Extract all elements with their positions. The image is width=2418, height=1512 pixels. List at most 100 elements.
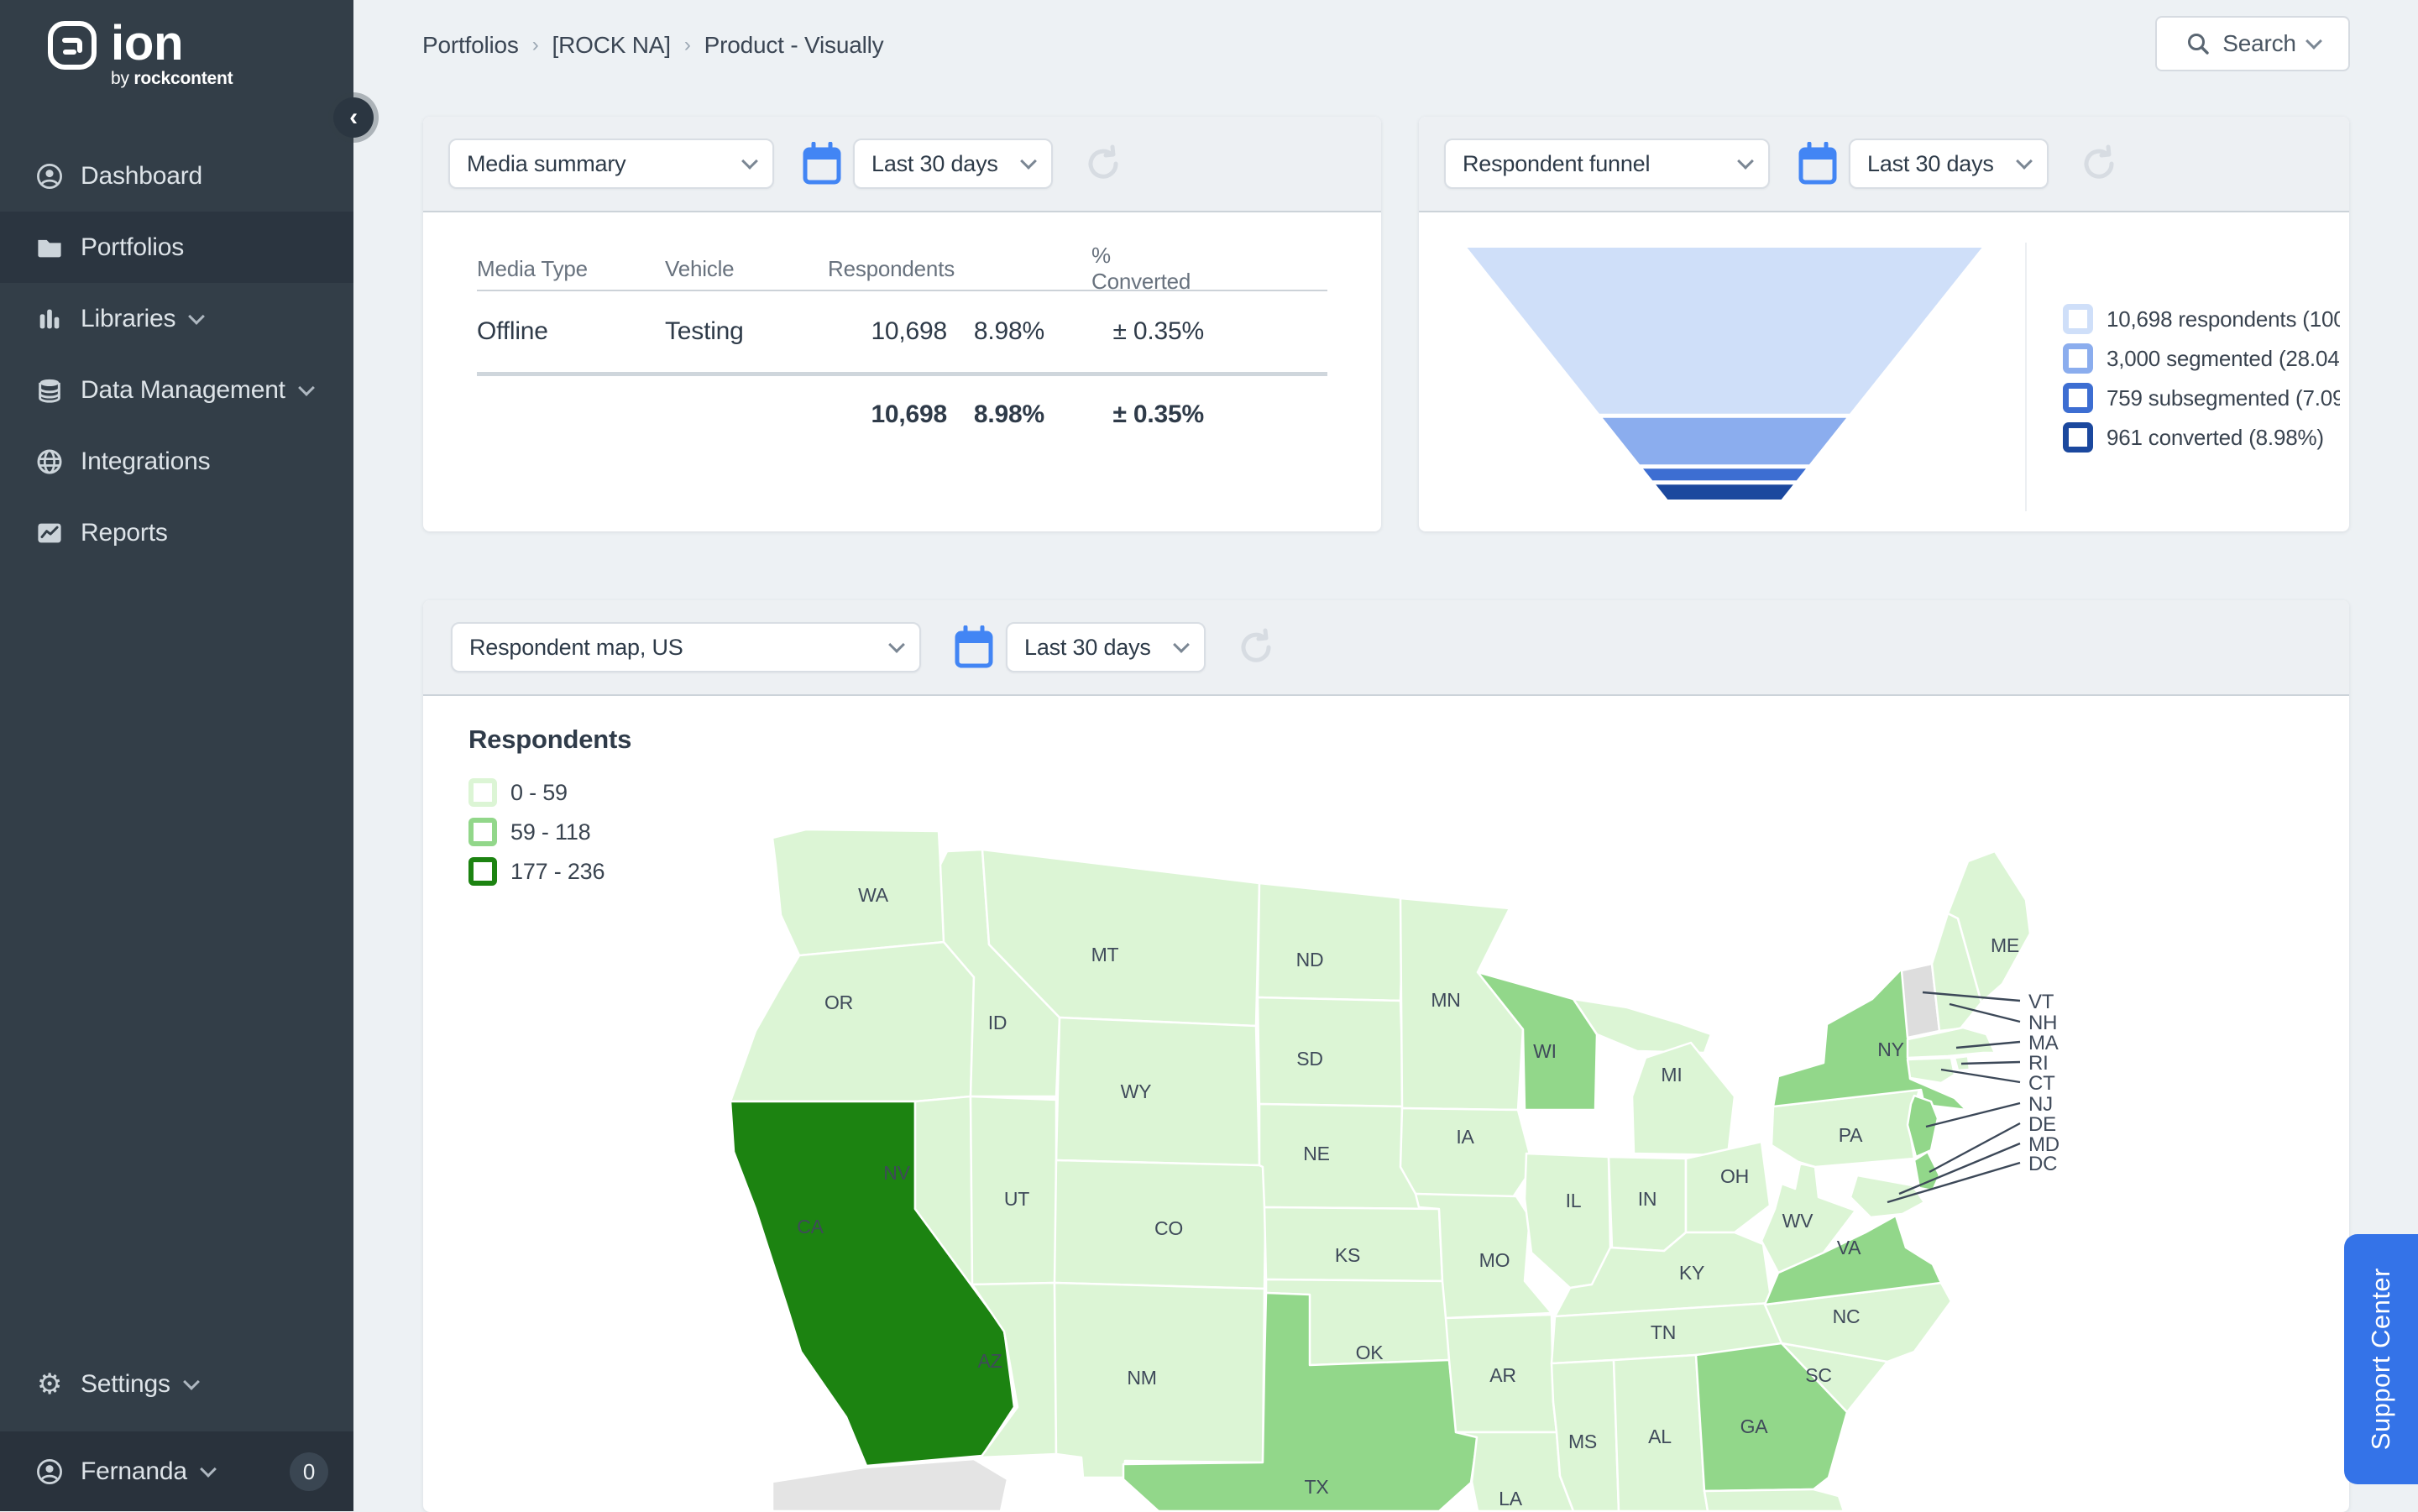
date-range-selector[interactable]: Last 30 days [1849,139,2049,189]
widget-selector[interactable]: Respondent funnel [1444,139,1770,189]
svg-text:CO: CO [1154,1217,1183,1239]
folder-icon [35,233,64,262]
gear-icon: ⚙ [35,1370,64,1399]
svg-text:MS: MS [1568,1431,1597,1452]
map-header: Respondent map, US Last 30 days [423,600,2349,696]
media-summary-table: Media Type Vehicle Respondents % Convert… [477,243,1327,453]
sidebar-item-label: Settings [81,1370,170,1399]
svg-text:OR: OR [824,991,853,1013]
widget-selector[interactable]: Respondent map, US [451,622,921,672]
search-button[interactable]: Search [2155,16,2350,71]
media-summary-card: Media summary Last 30 days Media Type Ve… [423,117,1381,531]
us-choropleth-map[interactable]: WAORCANVIDMTWYUTCOAZNMNDSDNEKSOKTXMNIAMO… [722,814,2099,1511]
svg-text:DE: DE [2028,1113,2056,1136]
svg-text:WY: WY [1121,1080,1152,1102]
sidebar-nav: Dashboard Portfolios Libraries Data Mana… [0,140,353,568]
refresh-icon[interactable] [1081,142,1125,186]
svg-text:IA: IA [1456,1126,1474,1148]
sidebar-item-integrations[interactable]: Integrations [0,426,353,497]
database-icon [35,376,64,405]
svg-text:TN: TN [1651,1321,1676,1343]
svg-text:AZ: AZ [978,1350,1002,1372]
legend-item: 3,000 segmented (28.04%) [2063,342,2340,375]
svg-text:ME: ME [1991,934,2019,956]
ion-logo-icon [47,20,97,71]
svg-text:NM: NM [1127,1367,1156,1389]
support-center-tab[interactable]: Support Center [2344,1234,2418,1484]
refresh-icon[interactable] [2077,142,2121,186]
sidebar-item-label: Data Management [81,376,285,405]
bar-chart-icon [35,305,64,333]
top-bar: Portfolios › [ROCK NA] › Product - Visua… [353,0,2418,90]
user-menu[interactable]: Fernanda 0 [0,1431,353,1511]
sidebar-settings: ⚙ Settings [0,1348,353,1420]
breadcrumb-page: Product - Visually [704,32,884,59]
svg-text:CA: CA [797,1216,824,1237]
svg-text:MO: MO [1479,1249,1510,1271]
calendar-icon[interactable] [803,142,841,186]
legend-swatch [468,857,497,886]
widget-selector-value: Respondent funnel [1463,151,1650,177]
legend-item: 759 subsegmented (7.09... [2063,381,2340,415]
svg-text:NE: NE [1303,1143,1330,1164]
sidebar-item-dashboard[interactable]: Dashboard [0,140,353,212]
funnel-legend-divider [2025,243,2027,511]
svg-text:PA: PA [1839,1124,1863,1146]
search-label: Search [2222,30,2296,57]
svg-text:TX: TX [1305,1476,1329,1498]
svg-text:DC: DC [2028,1153,2057,1175]
date-range-selector[interactable]: Last 30 days [853,139,1053,189]
svg-text:CT: CT [2028,1072,2055,1095]
chevron-down-icon [1173,636,1190,653]
date-range-value: Last 30 days [871,151,998,177]
media-summary-header: Media summary Last 30 days [423,117,1381,212]
funnel-chart[interactable]: 10,698 respondents (100....3,000 segment… [1452,241,2007,518]
refresh-icon[interactable] [1234,625,1278,669]
svg-text:WI: WI [1533,1040,1557,1062]
breadcrumb-portfolio[interactable]: [ROCK NA] [552,32,671,59]
sidebar-item-reports[interactable]: Reports [0,497,353,568]
user-avatar-icon [35,1457,64,1486]
calendar-icon[interactable] [1798,142,1837,186]
legend-item: 177 - 236 [468,857,631,886]
sidebar: ion by rockcontent ‹ Dashboard Portfolio… [0,0,353,1511]
col-converted: % Converted [1044,243,1204,295]
svg-text:VT: VT [2028,991,2054,1013]
sidebar-collapse-button[interactable]: ‹ [333,97,374,138]
table-header-row: Media Type Vehicle Respondents % Convert… [477,243,1327,291]
chevron-down-icon [183,1373,200,1390]
legend-swatch [2063,383,2093,413]
breadcrumb-portfolios[interactable]: Portfolios [422,32,519,59]
breadcrumb: Portfolios › [ROCK NA] › Product - Visua… [422,32,883,59]
funnel-legend: 10,698 respondents (100.... 3,000 segmen… [2063,302,2340,460]
map-legend: Respondents 0 - 59 59 - 118 177 - 236 [468,725,631,897]
sidebar-item-libraries[interactable]: Libraries [0,283,353,354]
notification-badge: 0 [290,1452,328,1491]
svg-text:MN: MN [1431,989,1460,1011]
widget-selector-value: Media summary [467,151,625,177]
calendar-icon[interactable] [955,625,993,669]
svg-text:KS: KS [1335,1244,1360,1266]
sidebar-item-label: Integrations [81,447,210,476]
svg-text:SD: SD [1296,1048,1323,1070]
sidebar-item-label: Libraries [81,305,175,333]
funnel-header: Respondent funnel Last 30 days [1419,117,2349,212]
legend-swatch [468,778,497,807]
support-center-label: Support Center [2366,1268,2396,1450]
svg-text:SC: SC [1805,1364,1832,1386]
svg-text:RI: RI [2028,1052,2049,1075]
chevron-down-icon [888,636,905,653]
chevron-down-icon [741,153,758,170]
sidebar-item-data-management[interactable]: Data Management [0,354,353,426]
widget-selector[interactable]: Media summary [448,139,774,189]
svg-text:MT: MT [1091,944,1119,965]
svg-text:VA: VA [1837,1237,1861,1258]
sidebar-item-portfolios[interactable]: Portfolios [0,212,353,283]
dashboard-icon [35,162,64,191]
map-legend-title: Respondents [468,725,631,755]
sidebar-item-settings[interactable]: ⚙ Settings [0,1348,353,1420]
svg-text:IL: IL [1566,1190,1582,1211]
date-range-selector[interactable]: Last 30 days [1006,622,1206,672]
table-total-row: 10,698 8.98% ± 0.35% [477,376,1327,453]
date-range-value: Last 30 days [1867,151,1994,177]
